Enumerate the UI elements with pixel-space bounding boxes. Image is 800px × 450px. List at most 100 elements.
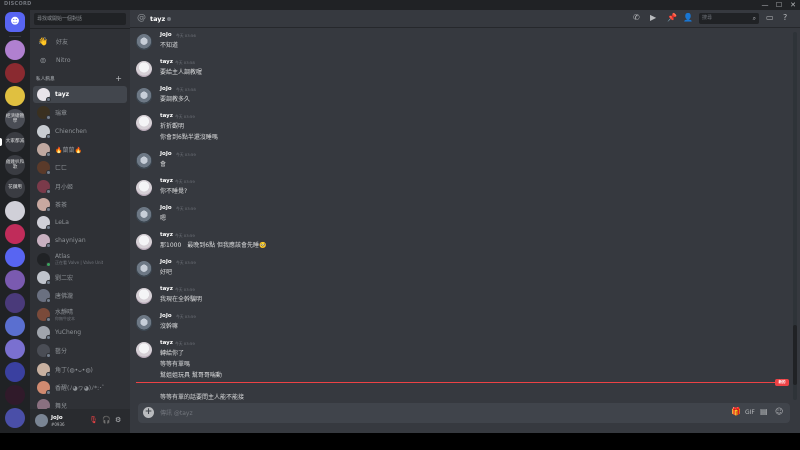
dm-item[interactable]: 水靜晴 你無牛皮本 bbox=[33, 306, 127, 323]
nav-friends[interactable]: 👋 好友 bbox=[34, 33, 126, 49]
create-dm-button[interactable]: + bbox=[115, 74, 122, 83]
message-avatar[interactable] bbox=[136, 180, 152, 196]
server-label: 大家都滅 bbox=[5, 139, 25, 145]
message-avatar[interactable] bbox=[136, 261, 152, 277]
add-friend-icon[interactable]: 👤 bbox=[683, 13, 693, 22]
message-text: 你會到6點半還沒睡嗎 bbox=[160, 134, 218, 141]
avatar bbox=[37, 106, 51, 121]
message-input[interactable]: 傳訊 @tayz bbox=[160, 408, 193, 417]
message-author[interactable]: JoJo bbox=[160, 32, 172, 38]
message-timestamp: 今天 03:58 bbox=[175, 60, 195, 65]
server-icon[interactable]: 大家都滅 bbox=[5, 132, 25, 152]
server-icon[interactable] bbox=[5, 247, 25, 267]
message-text: 轉給你了 bbox=[160, 350, 185, 357]
server-icon[interactable] bbox=[5, 224, 25, 244]
dm-item[interactable]: shayniyan bbox=[33, 232, 127, 249]
dm-activity: 你無牛皮本 bbox=[55, 315, 75, 321]
server-icon[interactable]: 花鑽用 bbox=[5, 178, 25, 198]
dm-texts: YuCheng bbox=[55, 329, 81, 336]
message-author[interactable]: tayz bbox=[160, 232, 173, 238]
server-icon[interactable] bbox=[5, 385, 25, 405]
dm-name: 水靜晴 bbox=[55, 308, 74, 316]
dm-item[interactable]: Chienchen bbox=[33, 123, 127, 140]
message-avatar[interactable] bbox=[136, 207, 152, 223]
inbox-icon[interactable]: ▭ bbox=[766, 13, 774, 22]
message-avatar[interactable] bbox=[136, 288, 152, 304]
dm-item[interactable]: 🔥蘭蘭🔥 bbox=[33, 141, 127, 158]
dm-texts: LeLa bbox=[55, 219, 69, 226]
user-avatar[interactable] bbox=[35, 414, 48, 427]
message-author[interactable]: JoJo bbox=[160, 86, 172, 92]
minimize-button[interactable]: — bbox=[758, 0, 772, 10]
settings-gear-icon[interactable]: ⚙ bbox=[115, 416, 121, 424]
server-icon[interactable] bbox=[5, 293, 25, 313]
server-label: 雞雞扒和歌 bbox=[5, 159, 25, 170]
message-avatar[interactable] bbox=[136, 234, 152, 250]
dm-item[interactable]: 角丁(◍•ᴗ•◍) bbox=[33, 361, 127, 378]
server-icon[interactable] bbox=[5, 86, 25, 106]
search-input[interactable]: 搜尋 ⌕ bbox=[699, 13, 759, 24]
dm-item[interactable]: ㄈㄈ bbox=[33, 159, 127, 176]
server-list: ☻ 經濟總體學大家都滅雞雞扒和歌花鑽用 bbox=[0, 10, 30, 433]
message-avatar[interactable] bbox=[136, 34, 152, 50]
dm-item[interactable]: 唐佛瀧 bbox=[33, 287, 127, 304]
message-avatar[interactable] bbox=[136, 153, 152, 169]
message-avatar[interactable] bbox=[136, 342, 152, 358]
server-icon[interactable] bbox=[5, 316, 25, 336]
message-timestamp: 今天 03:59 bbox=[176, 152, 196, 157]
maximize-button[interactable]: ☐ bbox=[772, 0, 786, 10]
dm-item[interactable]: tayz bbox=[33, 86, 127, 103]
pinned-messages-icon[interactable]: 📌 bbox=[667, 13, 677, 22]
mute-icon[interactable]: 🎙 bbox=[89, 416, 98, 424]
dm-item[interactable]: 劉二宏 bbox=[33, 269, 127, 286]
message-avatar[interactable] bbox=[136, 315, 152, 331]
nav-nitro[interactable]: ⊚ Nitro bbox=[34, 52, 126, 68]
server-icon[interactable] bbox=[5, 63, 25, 83]
sticker-icon[interactable]: ▤ bbox=[760, 407, 768, 416]
server-icon[interactable] bbox=[5, 40, 25, 60]
message-author[interactable]: JoJo bbox=[160, 313, 172, 319]
dm-item[interactable]: YuCheng bbox=[33, 324, 127, 341]
gift-icon[interactable]: 🎁 bbox=[731, 407, 741, 416]
dm-item[interactable]: 月小姬 bbox=[33, 178, 127, 195]
message-author[interactable]: tayz bbox=[160, 340, 173, 346]
message-avatar[interactable] bbox=[136, 61, 152, 77]
message-author[interactable]: JoJo bbox=[160, 259, 172, 265]
message-author[interactable]: tayz bbox=[160, 178, 173, 184]
home-button[interactable]: ☻ bbox=[5, 12, 25, 32]
dm-item[interactable]: Atlas 正在看 Valve | Valve Unit bbox=[33, 251, 127, 268]
video-call-icon[interactable]: ▶ bbox=[650, 13, 656, 22]
message-text: 幫姐姐玩具 幫哥哥喘動 bbox=[160, 372, 222, 379]
server-icon[interactable]: 雞雞扒和歌 bbox=[5, 155, 25, 175]
server-icon[interactable]: 經濟總體學 bbox=[5, 109, 25, 129]
dm-item[interactable]: 香醒(ﾉ◕ヮ◕)ﾉ*:･ﾟ bbox=[33, 379, 127, 396]
message-text: 會 bbox=[160, 161, 167, 168]
dm-item[interactable]: LeLa bbox=[33, 214, 127, 231]
message-author[interactable]: tayz bbox=[160, 286, 173, 292]
message-avatar[interactable] bbox=[136, 115, 152, 131]
help-icon[interactable]: ? bbox=[783, 13, 787, 22]
message-author[interactable]: tayz bbox=[160, 59, 173, 65]
dm-item[interactable]: 藝分 bbox=[33, 342, 127, 359]
gif-icon[interactable]: GIF bbox=[745, 409, 755, 416]
deafen-icon[interactable]: 🎧 bbox=[102, 416, 111, 424]
attach-plus-icon[interactable]: + bbox=[143, 407, 154, 418]
server-icon[interactable] bbox=[5, 339, 25, 359]
emoji-icon[interactable]: ☺ bbox=[775, 407, 783, 416]
message-author[interactable]: tayz bbox=[160, 113, 173, 119]
server-icon[interactable] bbox=[5, 270, 25, 290]
server-icon[interactable] bbox=[5, 362, 25, 382]
message-author[interactable]: JoJo bbox=[160, 151, 172, 157]
find-conversation-input[interactable]: 尋找或開始一個對話 bbox=[34, 13, 126, 25]
message-author[interactable]: JoJo bbox=[160, 205, 172, 211]
server-icon[interactable] bbox=[5, 201, 25, 221]
dm-texts: 角丁(◍•ᴗ•◍) bbox=[55, 365, 93, 374]
voice-call-icon[interactable]: ✆ bbox=[633, 13, 640, 22]
status-dot bbox=[46, 261, 51, 267]
server-icon[interactable] bbox=[5, 408, 25, 428]
close-button[interactable]: ✕ bbox=[786, 0, 800, 10]
scrollbar-thumb[interactable] bbox=[793, 325, 797, 385]
dm-item[interactable]: 瑞章 bbox=[33, 104, 127, 121]
dm-item[interactable]: 茶茶 bbox=[33, 196, 127, 213]
message-avatar[interactable] bbox=[136, 88, 152, 104]
